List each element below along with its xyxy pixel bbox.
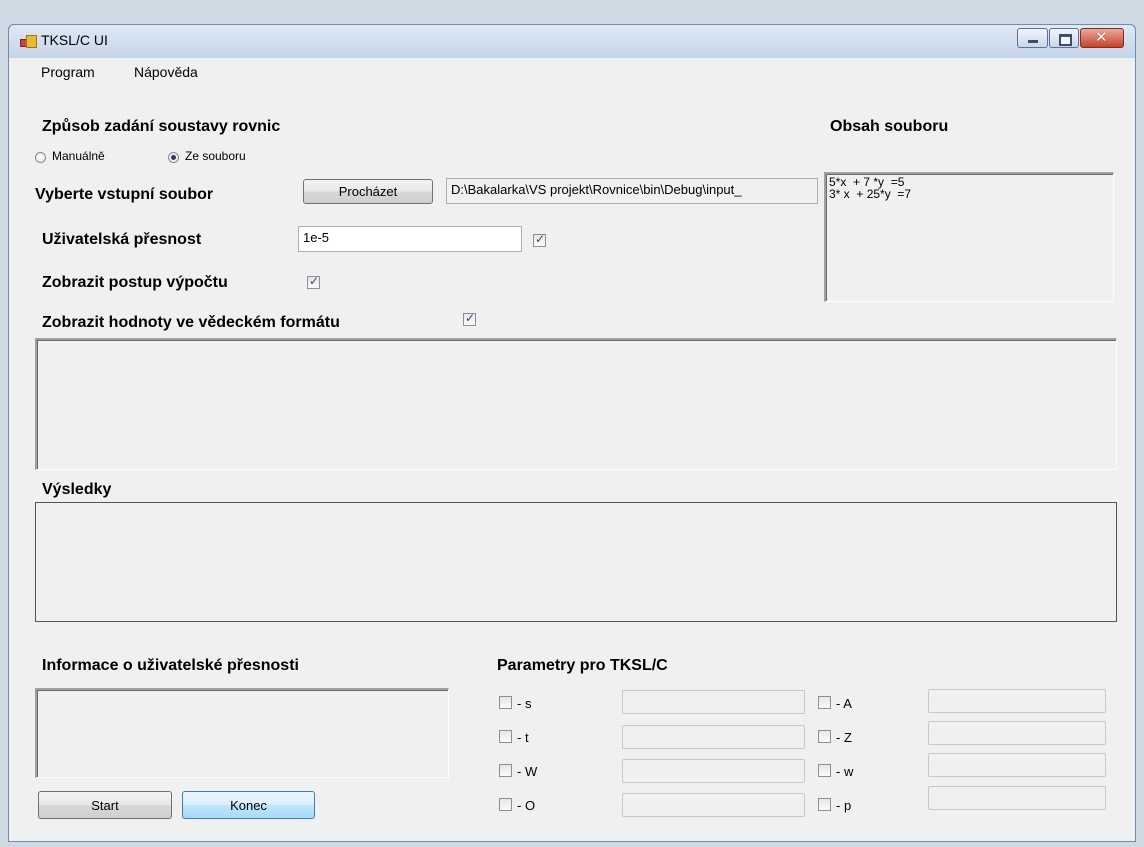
app-icon xyxy=(20,35,37,49)
precision-info-box[interactable] xyxy=(35,688,449,778)
param-W-input[interactable] xyxy=(622,759,805,783)
minimize-icon xyxy=(1028,40,1038,43)
radio-from-file-label: Ze souboru xyxy=(185,149,246,163)
precision-input[interactable]: 1e-5 xyxy=(298,226,522,252)
file-content-text: 5*x + 7 *y =5 3* x + 25*y =7 xyxy=(829,175,912,201)
param-s-label: - s xyxy=(517,696,532,711)
param-Z-input[interactable] xyxy=(928,721,1106,745)
param-Z-checkbox[interactable] xyxy=(818,730,831,743)
window-title: TKSL/C UI xyxy=(41,32,108,48)
show-steps-checkbox[interactable]: ✓ xyxy=(307,274,320,289)
input-mode-heading: Způsob zadání soustavy rovnic xyxy=(42,118,281,135)
param-A-input[interactable] xyxy=(928,689,1106,713)
minimize-button[interactable] xyxy=(1017,28,1048,48)
params-heading: Parametry pro TKSL/C xyxy=(497,657,668,674)
param-O-checkbox[interactable] xyxy=(499,798,512,811)
maximize-icon xyxy=(1059,34,1072,46)
file-content-box[interactable]: 5*x + 7 *y =5 3* x + 25*y =7 xyxy=(824,172,1114,302)
precision-info-heading: Informace o uživatelské přesnosti xyxy=(42,657,299,674)
file-content-heading: Obsah souboru xyxy=(830,118,949,135)
maximize-button[interactable] xyxy=(1049,28,1079,48)
param-O-label: - O xyxy=(517,798,536,813)
results-heading: Výsledky xyxy=(42,481,112,498)
param-O-input[interactable] xyxy=(622,793,805,817)
title-bar[interactable] xyxy=(8,24,1136,58)
results-box[interactable] xyxy=(35,502,1117,622)
param-t-checkbox[interactable] xyxy=(499,730,512,743)
param-s-input[interactable] xyxy=(622,690,805,714)
close-icon: ✕ xyxy=(1095,29,1108,46)
checkmark-icon: ✓ xyxy=(465,311,476,325)
precision-label: Uživatelská přesnost xyxy=(42,231,202,248)
param-A-label: - A xyxy=(836,696,852,711)
file-select-label: Vyberte vstupní soubor xyxy=(35,186,214,203)
checkmark-icon: ✓ xyxy=(309,274,320,288)
param-w-input[interactable] xyxy=(928,753,1106,777)
param-t-label: - t xyxy=(517,730,529,745)
precision-checkbox[interactable]: ✓ xyxy=(533,232,546,247)
param-W-label: - W xyxy=(517,764,538,779)
radio-manual-label: Manuálně xyxy=(52,149,105,163)
radio-manual[interactable] xyxy=(35,152,46,163)
file-path-field[interactable]: D:\Bakalarka\VS projekt\Rovnice\bin\Debu… xyxy=(446,178,818,204)
param-p-checkbox[interactable] xyxy=(818,798,831,811)
param-p-label: - p xyxy=(836,798,852,813)
param-W-checkbox[interactable] xyxy=(499,764,512,777)
scientific-checkbox[interactable]: ✓ xyxy=(463,311,476,326)
radio-from-file[interactable] xyxy=(168,152,179,163)
end-button[interactable]: Konec xyxy=(182,791,315,819)
process-output-box[interactable] xyxy=(35,338,1117,470)
scientific-label: Zobrazit hodnoty ve vědeckém formátu xyxy=(42,314,340,331)
menu-program[interactable]: Program xyxy=(41,64,95,80)
param-t-input[interactable] xyxy=(622,725,805,749)
param-s-checkbox[interactable] xyxy=(499,696,512,709)
start-button[interactable]: Start xyxy=(38,791,172,819)
param-p-input[interactable] xyxy=(928,786,1106,810)
param-Z-label: - Z xyxy=(836,730,852,745)
param-A-checkbox[interactable] xyxy=(818,696,831,709)
checkmark-icon: ✓ xyxy=(535,232,546,246)
param-w-label: - w xyxy=(836,764,854,779)
browse-button[interactable]: Procházet xyxy=(303,179,433,204)
show-steps-label: Zobrazit postup výpočtu xyxy=(42,274,228,291)
close-button[interactable]: ✕ xyxy=(1080,28,1124,48)
menu-help[interactable]: Nápověda xyxy=(134,64,198,80)
param-w-checkbox[interactable] xyxy=(818,764,831,777)
